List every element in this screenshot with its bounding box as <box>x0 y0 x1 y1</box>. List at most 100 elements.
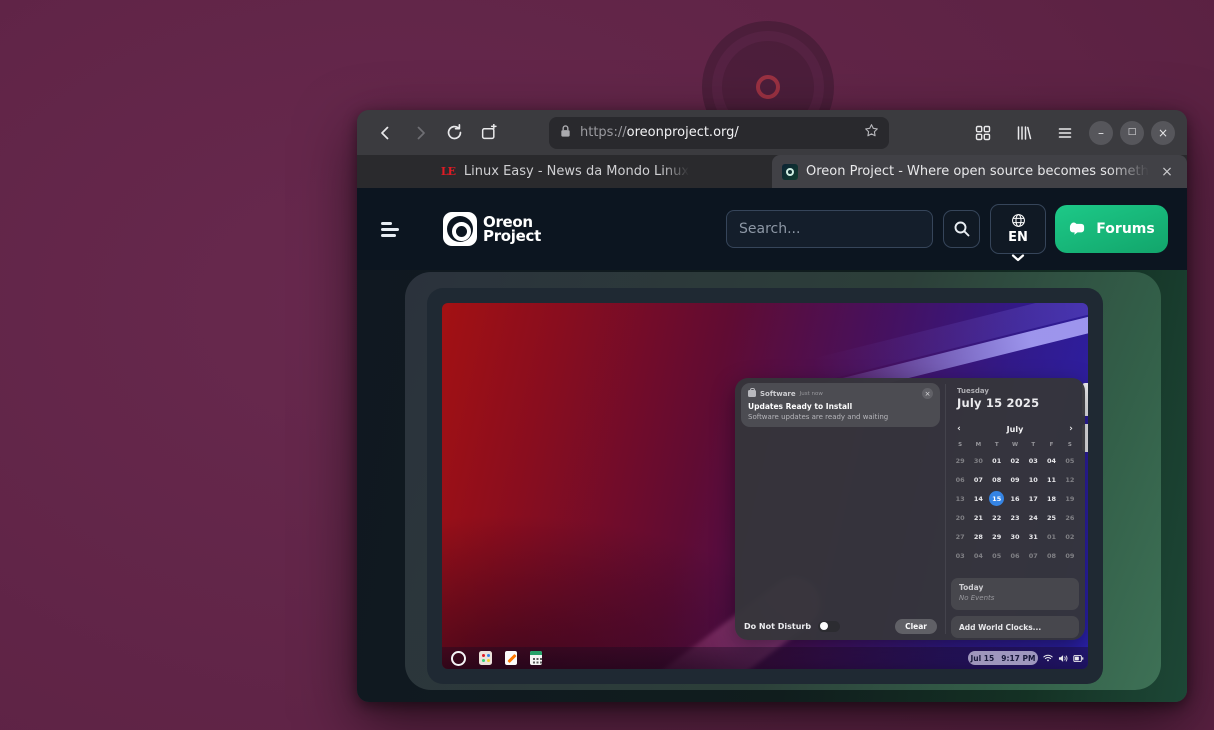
globe-icon <box>1011 213 1026 228</box>
clear-button[interactable]: Clear <box>895 619 937 634</box>
notification-card[interactable]: Software Just now × Updates Ready to Ins… <box>741 383 940 427</box>
calendar-prev-icon[interactable]: ‹ <box>951 424 967 434</box>
calendar-day[interactable]: 12 <box>1061 470 1079 489</box>
calendar-day[interactable]: 04 <box>1042 451 1060 470</box>
calendar-next-icon[interactable]: › <box>1063 424 1079 434</box>
calendar-day[interactable]: 31 <box>1024 527 1042 546</box>
close-button[interactable]: × <box>1151 121 1175 145</box>
lock-icon <box>559 123 572 142</box>
calendar-day[interactable]: 30 <box>1006 527 1024 546</box>
minimize-button[interactable]: – <box>1089 121 1113 145</box>
url-bar[interactable]: https://oreonproject.org/ <box>549 117 889 149</box>
add-world-clocks-button[interactable]: Add World Clocks... <box>951 616 1079 638</box>
browser-toolbar: https://oreonproject.org/ – □ × <box>357 110 1187 155</box>
calendar-day[interactable]: 10 <box>1024 470 1042 489</box>
bookmark-star-icon[interactable] <box>864 123 879 142</box>
calendar-day[interactable]: 23 <box>1006 508 1024 527</box>
search-input[interactable] <box>726 210 933 248</box>
calendar-day[interactable]: 02 <box>1061 527 1079 546</box>
maximize-button[interactable]: □ <box>1120 121 1144 145</box>
site-body: Software Just now × Updates Ready to Ins… <box>357 270 1187 702</box>
calendar-day[interactable]: 14 <box>969 489 987 508</box>
calendar-day[interactable]: 06 <box>951 470 969 489</box>
calendar-day[interactable]: 06 <box>1006 546 1024 565</box>
calendar-day[interactable]: 07 <box>1024 546 1042 565</box>
calendar-day-header: S <box>1061 439 1079 451</box>
calendar-day[interactable]: 03 <box>1024 451 1042 470</box>
calendar-day[interactable]: 08 <box>988 470 1006 489</box>
calendar-day[interactable]: 02 <box>1006 451 1024 470</box>
software-app-icon <box>748 390 756 397</box>
calendar-day[interactable]: 24 <box>1024 508 1042 527</box>
calendar-day[interactable]: 08 <box>1042 546 1060 565</box>
calendar-day-header: T <box>1024 439 1042 451</box>
calendar-day[interactable]: 20 <box>951 508 969 527</box>
language-selector[interactable]: EN <box>990 204 1046 254</box>
calendar-day[interactable]: 03 <box>951 546 969 565</box>
dnd-toggle[interactable] <box>818 621 840 632</box>
calendar-day[interactable]: 05 <box>1061 451 1079 470</box>
calendar-day[interactable]: 16 <box>1006 489 1024 508</box>
calendar-day[interactable]: 04 <box>969 546 987 565</box>
calendar-day[interactable]: 09 <box>1006 470 1024 489</box>
menu-icon[interactable] <box>1048 118 1082 148</box>
calculator-icon[interactable] <box>530 651 542 665</box>
calendar-day[interactable]: 30 <box>969 451 987 470</box>
tab-overview-icon[interactable] <box>966 118 1000 148</box>
site-logo[interactable]: Oreon Project <box>443 212 541 246</box>
forums-button[interactable]: Forums <box>1055 205 1168 253</box>
calendar-day[interactable]: 29 <box>988 527 1006 546</box>
system-tray[interactable] <box>1043 647 1084 669</box>
calendar-day[interactable]: 07 <box>969 470 987 489</box>
calendar-day[interactable]: 05 <box>988 546 1006 565</box>
site-menu-icon[interactable] <box>381 221 403 237</box>
calendar-day-header: F <box>1042 439 1060 451</box>
forward-button[interactable] <box>403 118 437 148</box>
calendar-day[interactable]: 28 <box>969 527 987 546</box>
calendar-day[interactable]: 11 <box>1042 470 1060 489</box>
desktop-screenshot: Software Just now × Updates Ready to Ins… <box>442 303 1088 669</box>
back-button[interactable] <box>369 118 403 148</box>
notification-close-icon[interactable]: × <box>922 388 933 399</box>
search-button[interactable] <box>943 210 980 248</box>
tab-close-icon[interactable]: × <box>1157 162 1177 182</box>
notification-title: Updates Ready to Install <box>748 402 933 411</box>
web-page: Oreon Project EN Forums <box>357 188 1187 702</box>
calendar-day-header: S <box>951 439 969 451</box>
calendar-day[interactable]: 22 <box>988 508 1006 527</box>
desktop: https://oreonproject.org/ – □ × <box>0 0 1214 730</box>
browser-window: https://oreonproject.org/ – □ × <box>357 110 1187 702</box>
calendar-day[interactable]: 15 <box>988 489 1006 508</box>
text-editor-icon[interactable] <box>505 651 517 665</box>
calendar-day[interactable]: 21 <box>969 508 987 527</box>
tab-linux-easy[interactable]: LE Linux Easy - News da Mondo Linux <box>357 155 772 188</box>
tab-oreon-project[interactable]: Oreon Project - Where open source become… <box>772 155 1187 188</box>
tab-label: Linux Easy - News da Mondo Linux <box>464 164 689 179</box>
calendar-day[interactable]: 13 <box>951 489 969 508</box>
calendar-day[interactable]: 01 <box>988 451 1006 470</box>
oreon-logo-icon <box>443 212 477 246</box>
calendar-day[interactable]: 26 <box>1061 508 1079 527</box>
calendar-day[interactable]: 27 <box>951 527 969 546</box>
chat-bubbles-icon <box>1068 221 1087 238</box>
volume-icon <box>1058 654 1068 663</box>
calendar-day[interactable]: 19 <box>1061 489 1079 508</box>
activities-oreon-icon[interactable] <box>451 651 466 666</box>
calendar-day[interactable]: 01 <box>1042 527 1060 546</box>
today-events-card: Today No Events <box>951 578 1079 610</box>
clock-pill[interactable]: Jul 15 9:17 PM <box>968 651 1038 665</box>
reload-button[interactable] <box>437 118 471 148</box>
new-tab-button[interactable] <box>471 118 505 148</box>
software-store-icon[interactable] <box>479 651 492 665</box>
calendar-day[interactable]: 17 <box>1024 489 1042 508</box>
calendar-day[interactable]: 09 <box>1061 546 1079 565</box>
library-icon[interactable] <box>1007 118 1041 148</box>
language-label: EN <box>1008 230 1028 245</box>
calendar-day[interactable]: 29 <box>951 451 969 470</box>
calendar-day[interactable]: 18 <box>1042 489 1060 508</box>
dock <box>451 651 542 666</box>
taskbar-date: Jul 15 <box>971 654 995 663</box>
calendar-day[interactable]: 25 <box>1042 508 1060 527</box>
battery-icon <box>1073 654 1084 663</box>
notification-time: Just now <box>800 391 823 397</box>
